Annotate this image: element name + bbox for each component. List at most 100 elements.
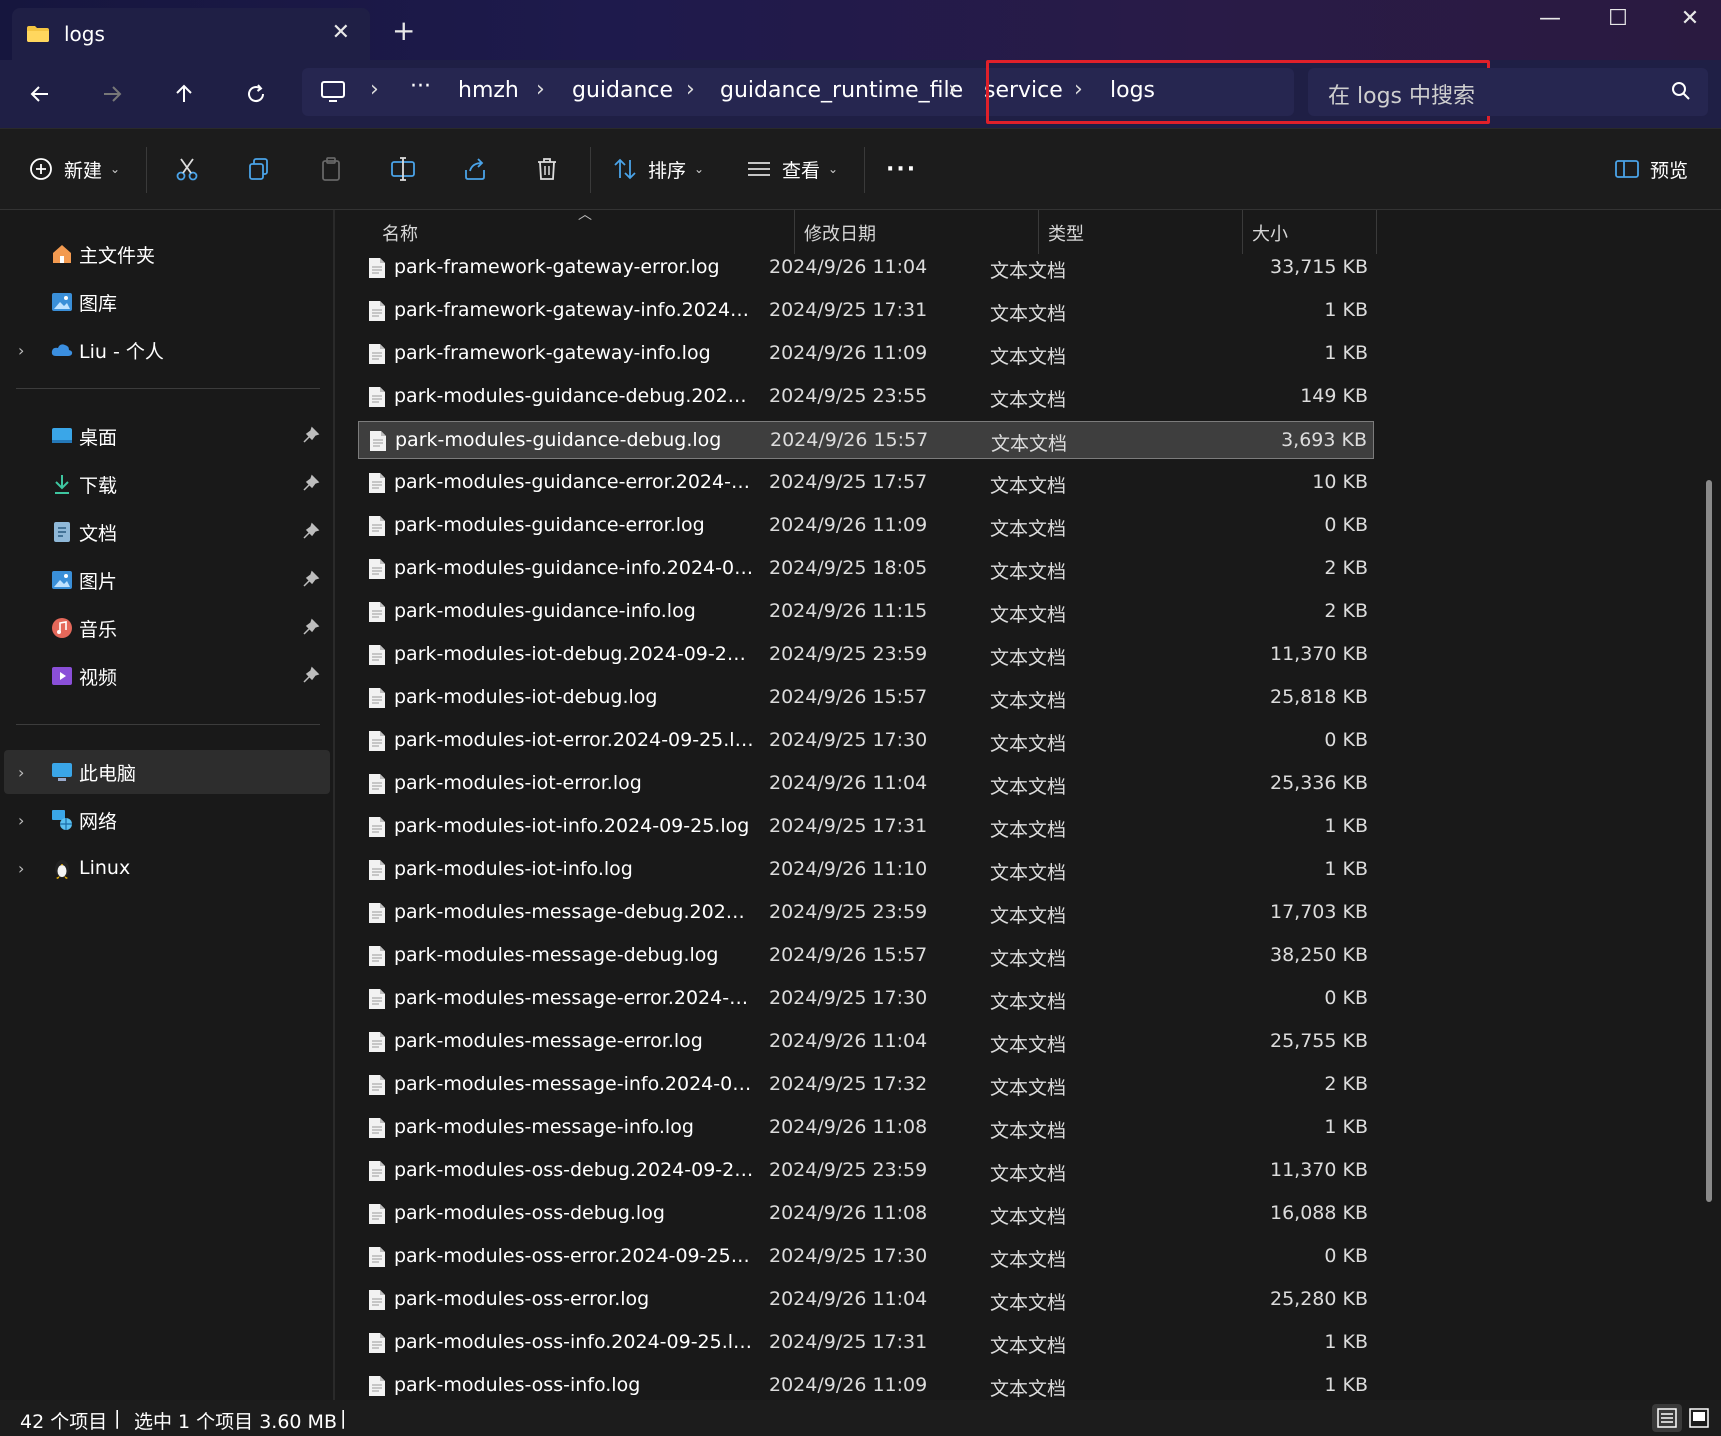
view-button[interactable]: 查看 ⌄: [746, 151, 838, 187]
column-resize-handle[interactable]: [794, 210, 795, 254]
sidebar-item-pictures[interactable]: 图片: [0, 558, 330, 602]
breadcrumb-guidance-runtime-file[interactable]: guidance_runtime_file: [720, 78, 963, 103]
chevron-right-icon[interactable]: ›: [18, 341, 24, 360]
pin-icon[interactable]: [302, 474, 320, 492]
breadcrumb-guidance[interactable]: guidance: [572, 78, 673, 103]
file-row[interactable]: park-framework-gateway-info.2024-09-25.l…: [358, 292, 1374, 330]
file-row[interactable]: park-modules-iot-debug.log 2024/9/26 15:5…: [358, 679, 1374, 717]
toolbar-divider: [590, 147, 591, 193]
file-row[interactable]: park-modules-iot-error.2024-09-25.log 202…: [358, 722, 1374, 760]
file-row[interactable]: park-framework-gateway-info.log 2024/9/26…: [358, 335, 1374, 373]
sidebar-label: 主文件夹: [79, 244, 156, 267]
file-row[interactable]: park-modules-message-debug.2024-09-25...…: [358, 894, 1374, 932]
file-size: 1 KB: [1324, 342, 1368, 364]
file-row[interactable]: park-modules-guidance-debug.log 2024/9/26…: [358, 421, 1374, 459]
file-row[interactable]: park-framework-gateway-error.log 2024/9/2…: [358, 249, 1374, 287]
file-row[interactable]: park-modules-guidance-info.log 2024/9/26 …: [358, 593, 1374, 631]
pin-icon[interactable]: [302, 618, 320, 636]
details-view-button[interactable]: [1652, 1404, 1682, 1432]
file-row[interactable]: park-modules-oss-info.log 2024/9/26 11:09…: [358, 1367, 1374, 1400]
file-date: 2024/9/25 17:31: [769, 1331, 928, 1353]
address-bar[interactable]: › ··· hmzh › guidance › guidance_runtime…: [302, 60, 1490, 124]
file-row[interactable]: park-modules-message-error.log 2024/9/26 …: [358, 1023, 1374, 1061]
sidebar-item-gallery[interactable]: 图库: [0, 280, 330, 324]
file-row[interactable]: park-modules-message-error.2024-09-25.l.…: [358, 980, 1374, 1018]
pin-icon[interactable]: [302, 522, 320, 540]
column-resize-handle[interactable]: [1242, 210, 1243, 254]
back-button[interactable]: [16, 70, 64, 118]
file-row[interactable]: park-modules-oss-info.2024-09-25.log 2024…: [358, 1324, 1374, 1362]
text-file-icon: [369, 602, 385, 622]
file-row[interactable]: park-modules-oss-error.log 2024/9/26 11:0…: [358, 1281, 1374, 1319]
file-row[interactable]: park-modules-oss-debug.log 2024/9/26 11:0…: [358, 1195, 1374, 1233]
column-size[interactable]: 大小: [1252, 220, 1288, 246]
pane-splitter[interactable]: [333, 210, 335, 1400]
sidebar-item-documents[interactable]: 文档: [0, 510, 330, 554]
sidebar-item-home[interactable]: 主文件夹: [0, 232, 330, 276]
maximize-button[interactable]: ☐: [1598, 6, 1638, 31]
more-crumbs-button[interactable]: ···: [410, 74, 431, 99]
close-window-button[interactable]: ✕: [1670, 6, 1710, 31]
file-row[interactable]: park-modules-iot-debug.2024-09-25.log 202…: [358, 636, 1374, 674]
copy-button[interactable]: [246, 151, 272, 187]
file-row[interactable]: park-modules-oss-error.2024-09-25.log 202…: [358, 1238, 1374, 1276]
file-row[interactable]: park-modules-iot-info.2024-09-25.log 2024…: [358, 808, 1374, 846]
forward-button[interactable]: [88, 70, 136, 118]
file-size: 1 KB: [1324, 299, 1368, 321]
column-date[interactable]: 修改日期: [804, 220, 876, 246]
tab-logs[interactable]: logs ✕: [12, 8, 370, 60]
up-button[interactable]: [160, 70, 208, 118]
sidebar-item-linux[interactable]: › Linux: [0, 846, 330, 890]
sidebar-item-this-pc[interactable]: › 此电脑: [4, 750, 330, 794]
search-input[interactable]: 在 logs 中搜索: [1308, 68, 1708, 116]
preview-button[interactable]: 预览: [1614, 151, 1688, 187]
vertical-scrollbar[interactable]: [1706, 480, 1712, 1202]
column-resize-handle[interactable]: [1038, 210, 1039, 254]
file-name: park-modules-message-debug.2024-09-25...: [394, 901, 754, 923]
sort-button[interactable]: 排序 ⌄: [612, 151, 704, 187]
column-type[interactable]: 类型: [1048, 220, 1084, 246]
sidebar-item-videos[interactable]: 视频: [0, 654, 330, 698]
chevron-right-icon[interactable]: ›: [18, 763, 24, 782]
file-row[interactable]: park-modules-oss-debug.2024-09-25.log 202…: [358, 1152, 1374, 1190]
sidebar-item-desktop[interactable]: 桌面: [0, 414, 330, 458]
sidebar-item-music[interactable]: 音乐: [0, 606, 330, 650]
delete-button[interactable]: [534, 151, 560, 187]
sidebar-label: 网络: [79, 810, 118, 833]
pin-icon[interactable]: [302, 426, 320, 444]
new-tab-button[interactable]: +: [392, 14, 415, 47]
chevron-right-icon[interactable]: ›: [18, 811, 24, 830]
tiles-view-button[interactable]: [1684, 1404, 1714, 1432]
file-row[interactable]: park-modules-message-info.log 2024/9/26 1…: [358, 1109, 1374, 1147]
text-file-icon: [369, 1247, 385, 1267]
file-row[interactable]: park-modules-guidance-error.2024-09-25.l…: [358, 464, 1374, 502]
sidebar-item-downloads[interactable]: 下载: [0, 462, 330, 506]
chevron-right-icon[interactable]: ›: [18, 859, 24, 878]
file-row[interactable]: park-modules-message-info.2024-09-25.log…: [358, 1066, 1374, 1104]
sidebar-item-onedrive[interactable]: › Liu - 个人: [0, 328, 330, 372]
new-button[interactable]: 新建 ⌄: [28, 151, 120, 187]
close-tab-icon[interactable]: ✕: [332, 20, 350, 45]
file-date: 2024/9/25 17:30: [769, 729, 928, 751]
paste-button[interactable]: [318, 151, 344, 187]
file-row[interactable]: park-modules-iot-error.log 2024/9/26 11:0…: [358, 765, 1374, 803]
minimize-button[interactable]: —: [1530, 6, 1570, 31]
sidebar-item-network[interactable]: › 网络: [0, 798, 330, 842]
file-row[interactable]: park-modules-guidance-error.log 2024/9/26…: [358, 507, 1374, 545]
file-row[interactable]: park-modules-iot-info.log 2024/9/26 11:10…: [358, 851, 1374, 889]
file-row[interactable]: park-modules-message-debug.log 2024/9/26 …: [358, 937, 1374, 975]
sidebar-label: 音乐: [79, 618, 118, 641]
share-button[interactable]: [462, 151, 488, 187]
breadcrumb-hmzh[interactable]: hmzh: [458, 78, 519, 103]
file-row[interactable]: park-modules-guidance-info.2024-09-25.lo…: [358, 550, 1374, 588]
more-options-icon[interactable]: ···: [886, 151, 917, 187]
column-name[interactable]: 名称: [382, 220, 418, 246]
file-row[interactable]: park-modules-guidance-debug.2024-09-2...…: [358, 378, 1374, 416]
column-resize-handle[interactable]: [1376, 210, 1377, 254]
pin-icon[interactable]: [302, 570, 320, 588]
rename-button[interactable]: [390, 151, 416, 187]
cut-button[interactable]: [174, 151, 200, 187]
file-size: 25,336 KB: [1269, 772, 1368, 794]
pin-icon[interactable]: [302, 666, 320, 684]
refresh-button[interactable]: [232, 70, 280, 118]
